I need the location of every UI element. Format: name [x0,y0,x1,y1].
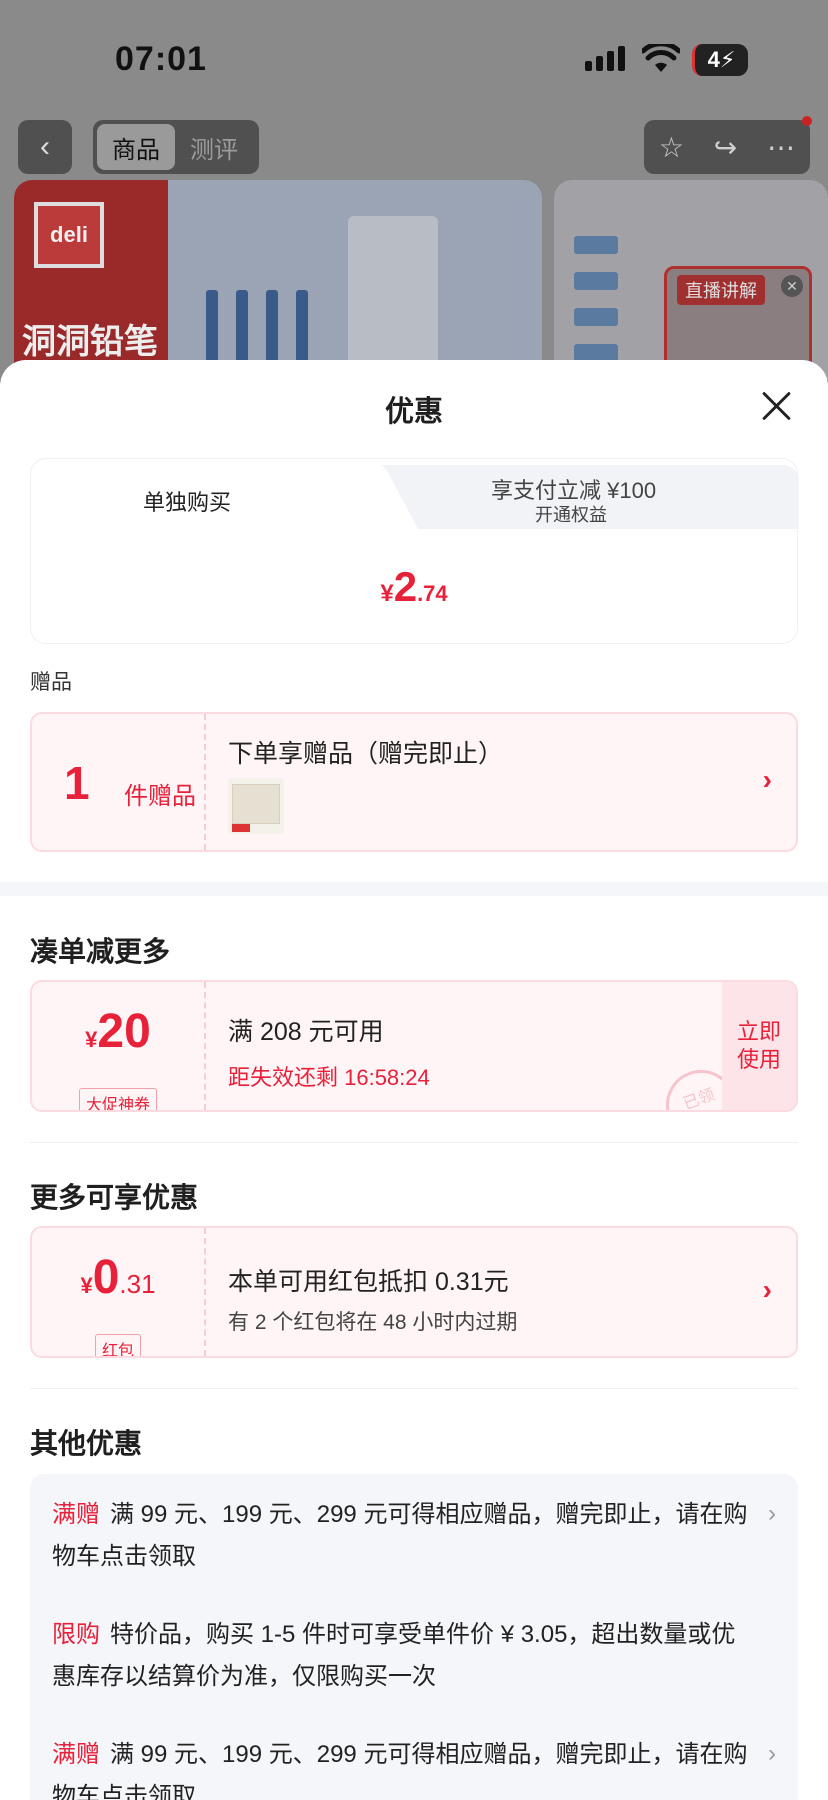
product-page-background: 07:01 4 ⚡ ‹ 商品 测评 ☆ ↪ ⋯ deli 洞洞铅笔 直播讲解 ✕ [0,0,828,380]
red-packet-card[interactable]: ¥0.31 红包 本单可用红包抵扣 0.31元 有 2 个红包将在 48 小时内… [30,1226,798,1358]
signal-icon [585,46,625,71]
chevron-right-icon: › [768,1740,776,1767]
gift-unit: 件赠品 [124,783,196,810]
more-discounts-title: 更多可享优惠 [30,1182,199,1213]
live-label: 直播讲解 [677,275,765,305]
battery-icon: 4 ⚡ [692,44,748,76]
coupon-condition: 满 208 元可用 [228,1018,384,1046]
rule-text: 满 99 元、199 元、299 元可得相应赠品，赠完即止，请在购物车点击领取 [52,1501,748,1570]
gift-thumbnail [228,778,284,834]
product-topbar: ‹ 商品 测评 ☆ ↪ ⋯ [0,116,828,176]
gift-card[interactable]: 1 件赠品 下单享赠品（赠完即止） › [30,712,798,852]
price-card: 单独购买 享支付立减 ¥100 开通权益 ¥2.74 [30,458,799,644]
red-packet-tag: 红包 [94,1334,142,1356]
close-live-icon[interactable]: ✕ [781,275,803,297]
wifi-icon [642,44,680,72]
more-icon[interactable]: ⋯ [767,131,795,164]
top-actions: ☆ ↪ ⋯ [644,116,812,174]
brand-logo: deli [34,202,104,268]
gift-section-label: 赠品 [30,671,72,694]
coupon-tag: 大促神券 [78,1088,158,1110]
gift-count: 1 [64,757,90,809]
tab-payment-discount-sub: 开通权益 [535,505,607,525]
coupon-card: ¥20 大促神券 满 208 元可用 距失效还剩 16:58:24 已领 立即使… [30,980,798,1112]
notification-dot [802,116,812,126]
rule-item[interactable]: 满赠满 99 元、199 元、299 元可得相应赠品，赠完即止，请在购物车点击领… [52,1494,752,1578]
rule-item[interactable]: 满赠满 99 元、199 元、299 元可得相应赠品，赠完即止，请在购物车点击领… [52,1734,752,1800]
tab-product[interactable]: 商品 [97,124,175,170]
sheet-title: 优惠 [384,396,443,428]
other-discounts-title: 其他优惠 [30,1428,143,1459]
red-packet-expiry: 有 2 个红包将在 48 小时内过期 [228,1311,518,1334]
back-button[interactable]: ‹ [18,120,72,174]
close-icon[interactable] [760,390,792,422]
chevron-left-icon: ‹ [40,130,50,163]
coupon-countdown: 距失效还剩 16:58:24 [228,1065,430,1090]
star-icon[interactable]: ☆ [659,131,684,164]
tab-single-purchase-label: 单独购买 [143,490,232,515]
use-now-button[interactable]: 立即使用 [722,982,796,1110]
product-tab-switch: 商品 测评 [93,120,259,174]
red-packet-main: 本单可用红包抵扣 0.31元 [228,1268,509,1296]
gift-title: 下单享赠品（赠完即止） [228,740,504,768]
banner-title: 洞洞铅笔 [22,323,158,361]
bundle-section-title: 凑单减更多 [30,936,171,967]
battery-level: 4 [707,47,720,72]
other-discounts-list: 满赠满 99 元、199 元、299 元可得相应赠品，赠完即止，请在购物车点击领… [30,1474,798,1800]
status-bar: 07:01 4 ⚡ [0,0,828,110]
chevron-right-icon: › [768,1500,776,1527]
rule-keyword: 满赠 [52,1501,100,1528]
status-time: 07:01 [115,40,207,78]
chevron-right-icon: › [762,764,772,795]
rule-text: 特价品，购买 1-5 件时可享受单件价 ¥ 3.05，超出数量或优惠库存以结算价… [52,1621,736,1690]
pencil-box-image [348,216,438,366]
use-now-label: 立即使用 [736,1019,781,1072]
rule-item: 限购 特价品，购买 1-5 件时可享受单件价 ¥ 3.05，超出数量或优惠库存以结… [52,1614,752,1698]
rule-keyword: 限购 [52,1621,100,1648]
chevron-right-icon: › [762,1274,772,1305]
rule-keyword: 满赠 [52,1741,100,1768]
final-price: ¥2.74 [380,563,448,610]
red-packet-amount: ¥0.31 红包 [32,1250,204,1356]
rule-text: 满 99 元、199 元、299 元可得相应赠品，赠完即止，请在购物车点击领取 [52,1741,748,1800]
discount-sheet: 优惠 单独购买 享支付立减 ¥100 开通权益 ¥2.74 赠品 1 件赠品 下… [0,360,828,1800]
sheet-header: 优惠 [0,360,828,450]
product-banner[interactable]: deli 洞洞铅笔 [14,180,542,380]
share-icon[interactable]: ↪ [714,131,737,164]
tab-review[interactable]: 测评 [175,124,253,170]
coupon-amount: ¥20 大促神券 [32,1004,204,1110]
